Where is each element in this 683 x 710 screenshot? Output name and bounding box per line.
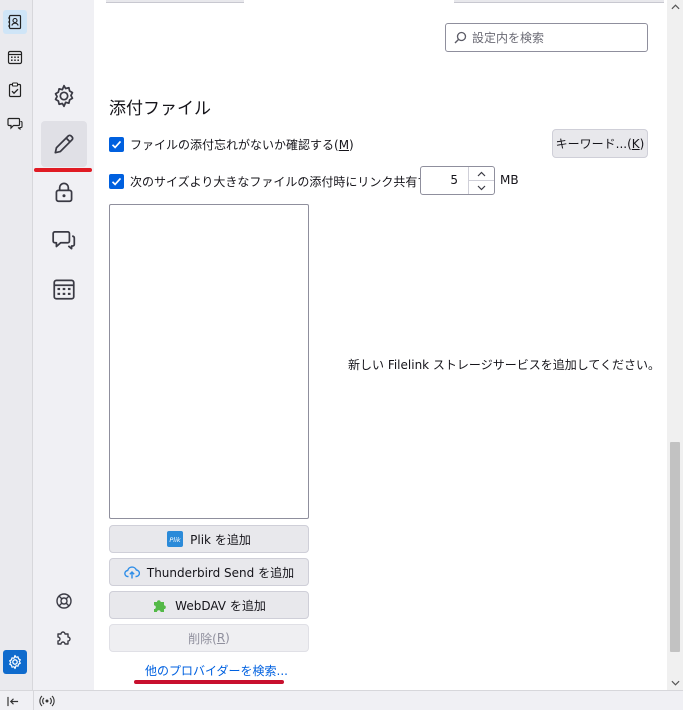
chevron-up-icon (477, 171, 486, 176)
attachments-section-title: 添付ファイル (109, 99, 211, 119)
settings-search-box[interactable] (445, 23, 648, 52)
main-scrollbar[interactable] (667, 0, 683, 690)
category-privacy[interactable] (41, 169, 87, 215)
category-composition[interactable] (41, 121, 87, 167)
tasks-space-button[interactable] (3, 78, 27, 102)
pencil-icon (54, 134, 74, 154)
plik-logo-text: Plik (170, 536, 182, 544)
keywords-button[interactable]: キーワード...(K) (552, 129, 648, 158)
filelink-empty-message: 新しい Filelink ストレージサービスを追加してください。 (348, 358, 660, 372)
top-tab-left[interactable] (106, 0, 244, 3)
puzzle-icon (154, 600, 166, 612)
addons-link[interactable] (54, 627, 74, 647)
chat-space-button[interactable] (3, 111, 27, 135)
collapse-spaces-button[interactable] (7, 693, 23, 709)
top-tab-strip (94, 0, 667, 3)
cloud-upload-icon (124, 566, 140, 579)
filelink-threshold-row[interactable]: 次のサイズより大きなファイルの添付時にリンク共有する: (109, 173, 445, 190)
filelink-threshold-checkbox[interactable] (109, 174, 124, 189)
filelink-threshold-input[interactable]: 5 (420, 166, 495, 195)
calendar-grid-icon (53, 279, 75, 300)
gear-icon (54, 84, 74, 108)
threshold-spinner[interactable] (468, 167, 494, 194)
chat-icon (7, 117, 23, 131)
scroll-thumb[interactable] (670, 442, 680, 652)
settings-space-button[interactable] (3, 650, 27, 674)
collapse-icon (7, 696, 19, 706)
find-more-providers-link[interactable]: 他のプロバイダーを検索... (145, 662, 288, 679)
chevron-up-icon (670, 4, 680, 10)
category-calendar[interactable] (41, 266, 87, 312)
filelink-threshold-value[interactable]: 5 (421, 167, 468, 194)
top-tab-right[interactable] (454, 0, 664, 3)
addons-icon (57, 631, 71, 645)
calendar-icon (7, 50, 23, 65)
settings-search-input[interactable] (472, 30, 642, 45)
category-general[interactable] (41, 73, 87, 119)
filelink-threshold-unit: MB (500, 173, 519, 187)
spin-down-button[interactable] (469, 181, 494, 194)
chat-bubbles-icon (52, 231, 76, 250)
forgotten-attachment-checkbox[interactable] (109, 137, 124, 152)
tasks-icon (8, 82, 22, 98)
help-icon (56, 593, 72, 609)
category-chat[interactable] (41, 217, 87, 263)
search-icon (454, 31, 467, 44)
add-webdav-button[interactable]: WebDAV を追加 (109, 591, 309, 619)
online-status-button[interactable] (39, 694, 55, 708)
filelink-provider-list[interactable] (109, 204, 309, 519)
add-thunderbird-send-button[interactable]: Thunderbird Send を追加 (109, 558, 309, 586)
scroll-down-button[interactable] (670, 678, 680, 688)
lock-icon (55, 182, 73, 203)
preferences-main-pane: 添付ファイル ファイルの添付忘れがないか確認する(M) キーワード...(K) … (94, 0, 667, 690)
address-book-space-button[interactable] (3, 10, 27, 34)
category-sidebar (34, 0, 94, 690)
online-status-icon (39, 695, 55, 707)
settings-icon (9, 654, 21, 670)
status-separator (33, 691, 34, 710)
remove-provider-button[interactable]: 削除(R) (109, 624, 309, 652)
spin-up-button[interactable] (469, 167, 494, 181)
calendar-space-button[interactable] (3, 45, 27, 69)
forgotten-attachment-row[interactable]: ファイルの添付忘れがないか確認する(M) (109, 136, 354, 153)
add-plik-button[interactable]: Plik Plik を追加 (109, 525, 309, 553)
scroll-up-button[interactable] (670, 2, 680, 12)
filelink-threshold-label: 次のサイズより大きなファイルの添付時にリンク共有する: (130, 175, 446, 189)
spaces-toolbar (0, 0, 33, 710)
support-link[interactable] (54, 591, 74, 611)
checkmark-icon (111, 177, 122, 186)
status-bar (0, 690, 683, 710)
chevron-down-icon (670, 680, 680, 686)
chevron-down-icon (477, 185, 486, 190)
checkmark-icon (111, 140, 122, 149)
address-book-icon (8, 14, 22, 30)
plik-icon: Plik (167, 531, 184, 547)
find-providers-annotation (134, 680, 284, 684)
forgotten-attachment-label: ファイルの添付忘れがないか確認する(M) (130, 138, 354, 152)
